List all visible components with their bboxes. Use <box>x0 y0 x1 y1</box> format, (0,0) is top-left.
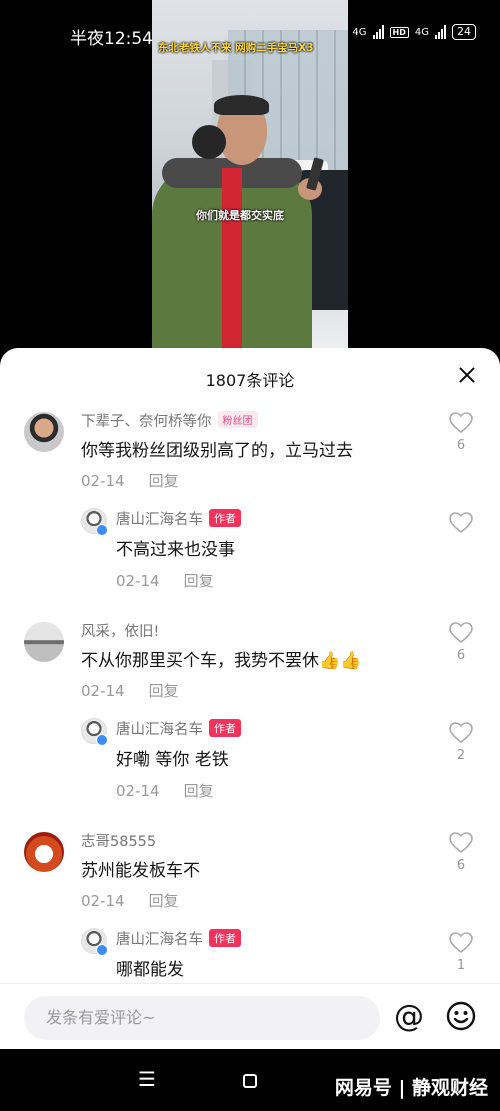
comment-username[interactable]: 下辈子、奈何桥等你 粉丝团 <box>81 410 258 431</box>
video-subtitle: 你们就是都交实底 <box>196 209 284 222</box>
reply-username[interactable]: 唐山汇海名车 作者 <box>116 508 241 529</box>
fan-club-badge: 粉丝团 <box>217 411 258 428</box>
comment-text[interactable]: 苏州能发板车不 <box>81 856 200 881</box>
heart-icon[interactable] <box>449 512 473 534</box>
verified-icon <box>96 524 108 536</box>
heart-icon[interactable] <box>449 622 473 644</box>
battery-icon: 24 <box>452 24 476 40</box>
like-button[interactable]: 6 <box>446 832 476 873</box>
status-time: 半夜12:54 <box>70 29 153 49</box>
reply-username-text[interactable]: 唐山汇海名车 <box>116 932 203 948</box>
reply-username[interactable]: 唐山汇海名车 作者 <box>116 928 241 949</box>
reply-text[interactable]: 哪都能发 <box>116 955 184 980</box>
reply-meta: 02-14 回复 <box>116 570 214 591</box>
network-type-1: 4G <box>352 26 367 38</box>
comment-meta: 02-14 回复 <box>81 470 179 491</box>
reply-text[interactable]: 好嘞 等你 老铁 <box>116 745 229 770</box>
like-count: 6 <box>456 858 466 873</box>
video-preview[interactable]: 东北老铁人不来 网购二手宝马X3 你们就是都交实底 <box>152 0 348 350</box>
author-badge: 作者 <box>209 929 241 947</box>
comment-username-text[interactable]: 风采，依旧! <box>81 624 159 640</box>
like-count: 6 <box>456 438 466 453</box>
reply-like-count: 1 <box>456 958 466 973</box>
comment-date: 02-14 <box>81 682 125 700</box>
comment-date: 02-14 <box>81 892 125 910</box>
comment-item: 志哥58555 苏州能发板车不 02-14 回复 6 唐山汇海名车 作者 哪都能发 … <box>0 828 500 988</box>
home-icon[interactable] <box>243 1074 257 1088</box>
comment-text[interactable]: 你等我粉丝团级别高了的，立马过去 <box>81 436 353 461</box>
reply-button[interactable]: 回复 <box>149 472 179 490</box>
reply-username[interactable]: 唐山汇海名车 作者 <box>116 718 241 739</box>
signal-icon-1 <box>372 25 384 39</box>
comment-meta: 02-14 回复 <box>81 680 179 701</box>
comment-item: 下辈子、奈何桥等你 粉丝团 你等我粉丝团级别高了的，立马过去 02-14 回复 6 … <box>0 408 500 618</box>
reply-date: 02-14 <box>116 782 160 800</box>
reply-like-count: 2 <box>456 748 466 763</box>
hd-badge-2: HD <box>389 26 409 38</box>
heart-icon[interactable] <box>449 412 473 434</box>
signal-icon-2 <box>435 25 446 39</box>
comment-item: 风采，依旧! 不从你那里买个车，我势不罢休👍👍 02-14 回复 6 唐山汇海名车… <box>0 618 500 828</box>
video-person-hair <box>214 95 269 115</box>
comment-input-bar: 发条有爱评论~ @ <box>0 983 500 1049</box>
comments-count-title: 1807条评论 <box>205 371 295 390</box>
close-icon[interactable] <box>456 364 478 386</box>
avatar[interactable] <box>24 412 64 452</box>
reply-like-button[interactable]: 2 <box>446 722 476 763</box>
comment-username[interactable]: 志哥58555 <box>81 830 156 851</box>
avatar[interactable] <box>24 622 64 662</box>
author-badge: 作者 <box>209 509 241 527</box>
reply-meta: 02-14 回复 <box>116 780 214 801</box>
reply-username-text[interactable]: 唐山汇海名车 <box>116 722 203 738</box>
mention-at-icon[interactable]: @ <box>394 1002 424 1032</box>
reply-like-button[interactable] <box>446 512 476 538</box>
menu-icon[interactable]: ☰ <box>138 1067 156 1091</box>
verified-icon <box>96 944 108 956</box>
system-nav-bar: ☰ 网易号 | 静观财经 <box>0 1049 500 1111</box>
comment-text[interactable]: 不从你那里买个车，我势不罢休👍👍 <box>81 646 361 671</box>
video-person-scarf <box>222 168 242 348</box>
reply-text[interactable]: 不高过来也没事 <box>116 535 235 560</box>
comment-input[interactable]: 发条有爱评论~ <box>24 996 380 1040</box>
reply-username-text[interactable]: 唐山汇海名车 <box>116 512 203 528</box>
reply-like-button[interactable]: 1 <box>446 932 476 973</box>
comment-username-text[interactable]: 志哥58555 <box>81 834 156 850</box>
author-badge: 作者 <box>209 719 241 737</box>
video-person-earmuff <box>192 125 226 159</box>
reply-button[interactable]: 回复 <box>184 572 214 590</box>
comment-date: 02-14 <box>81 472 125 490</box>
verified-icon <box>96 734 108 746</box>
emoji-icon[interactable] <box>446 1001 476 1031</box>
reply-button[interactable]: 回复 <box>149 892 179 910</box>
like-count: 6 <box>456 648 466 663</box>
comments-header: 1807条评论 <box>0 348 500 404</box>
heart-icon[interactable] <box>449 932 473 954</box>
reply-button[interactable]: 回复 <box>149 682 179 700</box>
heart-icon[interactable] <box>449 832 473 854</box>
comment-username[interactable]: 风采，依旧! <box>81 620 159 641</box>
reply-date: 02-14 <box>116 572 160 590</box>
heart-icon[interactable] <box>449 722 473 744</box>
comment-username-text[interactable]: 下辈子、奈何桥等你 <box>81 414 212 430</box>
reply-button[interactable]: 回复 <box>184 782 214 800</box>
network-type-2: 4G <box>414 26 429 38</box>
like-button[interactable]: 6 <box>446 412 476 453</box>
watermark: 网易号 | 静观财经 <box>334 1077 488 1099</box>
avatar[interactable] <box>24 832 64 872</box>
comment-meta: 02-14 回复 <box>81 890 179 911</box>
like-button[interactable]: 6 <box>446 622 476 663</box>
video-title-overlay: 东北老铁人不来 网购二手宝马X3 <box>158 42 314 54</box>
comments-sheet: 1807条评论 下辈子、奈何桥等你 粉丝团 你等我粉丝团级别高了的，立马过去 02… <box>0 348 500 1048</box>
